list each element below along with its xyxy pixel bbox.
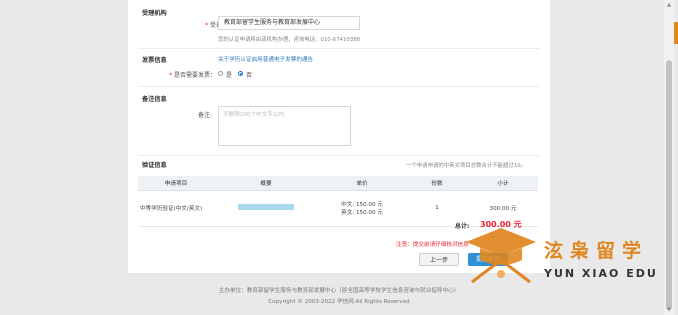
fee-table: 申请项目 概要 单价 份数 小计 中等学历验证(中文/英文) 中文: 150.0… — [138, 176, 538, 227]
table-row: 中等学历验证(中文/英文) 中文: 150.00 元 英文: 150.00 元 … — [138, 190, 538, 227]
scroll-down-arrow-icon[interactable]: ▼ — [666, 307, 672, 313]
divider — [138, 86, 540, 87]
divider — [138, 48, 540, 49]
watermark-name-cn: 泫枭留学 — [544, 240, 649, 262]
price-en: 英文: 150.00 元 — [341, 210, 383, 216]
col-header-summary: 概要 — [214, 176, 318, 191]
verify-section-title: 验证信息 — [142, 162, 167, 169]
graduation-cap-icon — [466, 228, 536, 284]
submit-note: 注意：提交前请仔细核对信息 — [396, 242, 469, 248]
invoice-section-title: 发票信息 — [142, 57, 167, 64]
receiving-section-title: 受理机构 — [142, 10, 167, 17]
footer-copyright: Copyright © 2003-2022 学信网 All Rights Res… — [268, 299, 410, 305]
table-header-row: 申请项目 概要 单价 份数 小计 — [138, 176, 538, 191]
col-header-subtotal: 小计 — [468, 176, 538, 191]
col-header-price: 单价 — [318, 176, 406, 191]
col-header-qty: 份数 — [406, 176, 468, 191]
remarks-section-title: 备注信息 — [142, 96, 167, 103]
invoice-no-label: 否 — [246, 72, 253, 79]
scroll-up-arrow-icon[interactable]: ▲ — [666, 2, 672, 8]
col-header-item: 申请项目 — [138, 176, 214, 191]
scroll-thumb[interactable] — [666, 60, 672, 310]
verify-note: 一个申请申请的中英文项目总数合计不能超过10。 — [406, 163, 527, 169]
invoice-no-radio[interactable] — [238, 71, 243, 76]
invoice-yes-radio[interactable] — [218, 71, 223, 76]
page-scrollbar[interactable]: ▲ ▼ — [664, 0, 674, 315]
invoice-yes-label: 是 — [226, 72, 233, 79]
prev-step-button[interactable]: 上一步 — [419, 253, 459, 266]
remarks-label: 备注: — [197, 112, 212, 119]
invoice-notice-link[interactable]: 关于学历认证启用普通电子发票的通告 — [218, 55, 313, 63]
watermark-logo: 泫枭留学 YUN XIAO EDU — [462, 222, 662, 292]
receiving-org-field[interactable]: 教育部留学生服务与教育部发展中心 — [218, 16, 360, 30]
price-cn: 中文: 150.00 元 — [341, 202, 383, 208]
summary-cell — [214, 190, 318, 227]
side-tab[interactable] — [674, 22, 678, 44]
divider — [138, 155, 540, 156]
watermark-name-en: YUN XIAO EDU — [544, 267, 658, 280]
redacted-summary — [238, 204, 294, 210]
receiving-hint: 您的认证申请将由该机构办理，咨询电话：010-67410388 — [218, 37, 361, 43]
item-cell: 中等学历验证(中文/英文) — [138, 190, 214, 227]
price-cell: 中文: 150.00 元 英文: 150.00 元 — [318, 190, 406, 227]
invoice-label: * 是否需要发票： — [169, 72, 216, 79]
remarks-textarea[interactable]: 字数限200个中文字以内 — [218, 106, 351, 146]
